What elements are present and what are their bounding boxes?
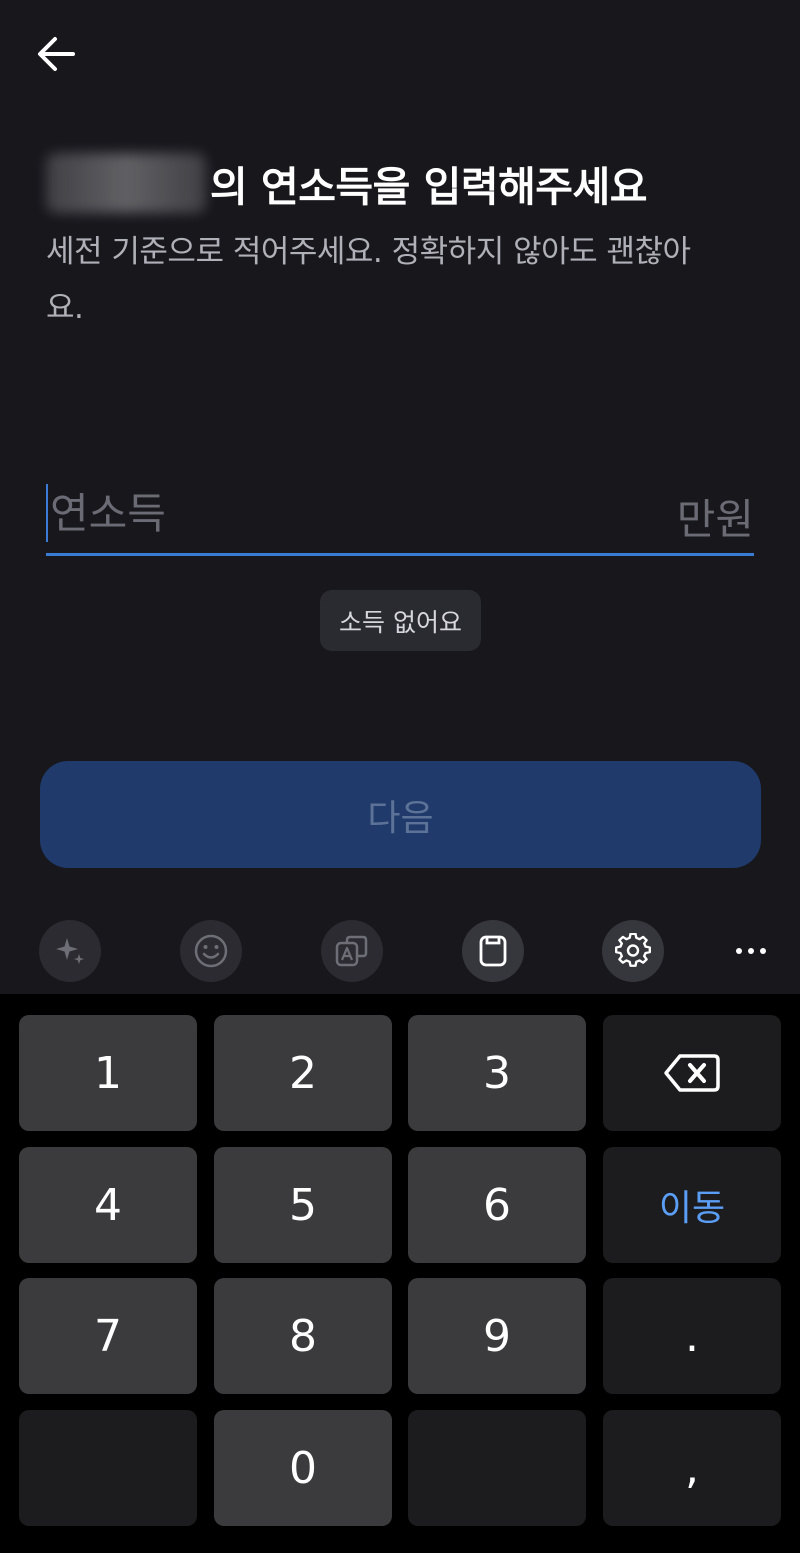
key-comma[interactable]: , (603, 1410, 781, 1526)
clipboard-button[interactable] (462, 920, 524, 982)
key-empty-left (19, 1410, 197, 1526)
translate-button[interactable] (321, 920, 383, 982)
next-button[interactable]: 다음 (40, 761, 761, 868)
back-button[interactable] (28, 26, 84, 82)
key-6[interactable]: 6 (408, 1147, 586, 1263)
no-income-button[interactable]: 소득 없어요 (320, 590, 481, 651)
page-title: 의 연소득을 입력해주세요 (46, 150, 766, 216)
page-subtitle: 세전 기준으로 적어주세요. 정확하지 않아도 괜찮아요. (46, 234, 691, 326)
income-field: 만원 (46, 476, 754, 556)
page-title-text: 의 연소득을 입력해주세요 (210, 163, 647, 211)
key-7[interactable]: 7 (19, 1278, 197, 1394)
numeric-keyboard: 1 2 3 4 5 6 이동 7 8 9 . 0 , (0, 994, 800, 1553)
key-2[interactable]: 2 (214, 1015, 392, 1131)
more-button[interactable] (720, 920, 782, 982)
more-icon (736, 948, 766, 954)
clipboard-icon (479, 935, 507, 967)
keyboard-toolbar (0, 918, 800, 994)
translate-icon (335, 935, 368, 967)
income-input[interactable] (50, 476, 650, 550)
sparkle-icon (56, 938, 84, 964)
emoji-icon (194, 934, 228, 968)
key-0[interactable]: 0 (214, 1410, 392, 1526)
income-input-screen: 의 연소득을 입력해주세요 세전 기준으로 적어주세요. 정확하지 않아도 괜찮… (0, 0, 800, 1553)
key-9[interactable]: 9 (408, 1278, 586, 1394)
move-key[interactable]: 이동 (603, 1147, 781, 1263)
key-period[interactable]: . (603, 1278, 781, 1394)
key-empty-right (408, 1410, 586, 1526)
arrow-left-icon (38, 37, 75, 71)
text-caret (46, 484, 48, 542)
key-5[interactable]: 5 (214, 1147, 392, 1263)
income-unit: 만원 (676, 495, 754, 544)
backspace-icon (664, 1054, 720, 1092)
gear-icon (615, 933, 651, 967)
key-4[interactable]: 4 (19, 1147, 197, 1263)
key-1[interactable]: 1 (19, 1015, 197, 1131)
key-3[interactable]: 3 (408, 1015, 586, 1131)
blurred-user-name (46, 153, 206, 213)
emoji-button[interactable] (180, 920, 242, 982)
backspace-key[interactable] (603, 1015, 781, 1131)
ai-writing-button[interactable] (39, 920, 101, 982)
key-8[interactable]: 8 (214, 1278, 392, 1394)
settings-button[interactable] (602, 920, 664, 982)
